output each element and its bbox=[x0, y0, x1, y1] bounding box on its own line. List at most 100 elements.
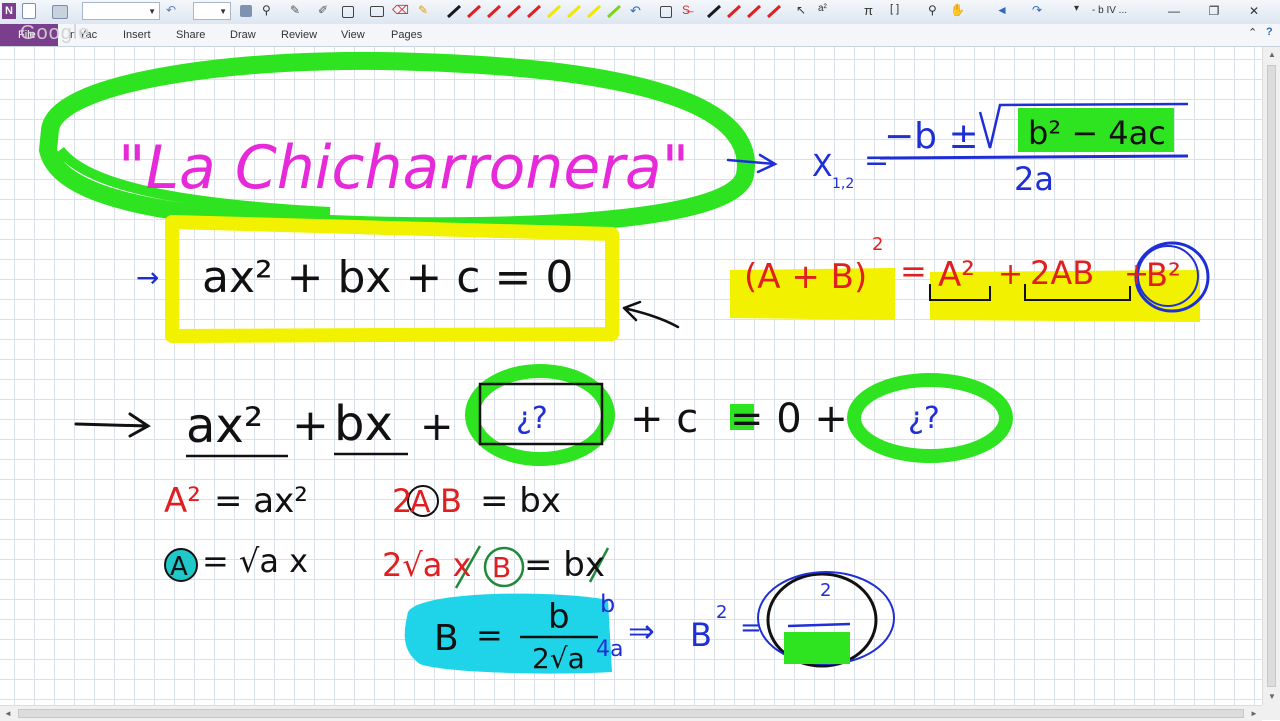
help-icon-2[interactable]: ? bbox=[1266, 26, 1273, 38]
scroll-down-icon[interactable]: ▼ bbox=[1263, 689, 1280, 705]
pen-swatch-icon[interactable] bbox=[726, 4, 742, 19]
restore-icon[interactable]: ❐ bbox=[1204, 4, 1224, 18]
der-b-sq-eq: = bbox=[740, 613, 762, 643]
der-eq-ax2: = ax² bbox=[214, 481, 308, 521]
google-watermark: Google bbox=[20, 22, 91, 44]
window-title: - b IV ... bbox=[1092, 5, 1128, 16]
identity-equals: = bbox=[900, 252, 927, 290]
cursor-icon[interactable]: ↖ bbox=[796, 3, 812, 19]
pen-swatch-icon[interactable] bbox=[486, 4, 502, 19]
redo-icon[interactable]: ↷ bbox=[1032, 3, 1048, 19]
table-icon[interactable] bbox=[660, 6, 672, 18]
hand-icon[interactable]: ✋ bbox=[950, 3, 966, 19]
note-page-canvas[interactable]: "La Chicharronera" X 1,2 = −b ± b² − 4ac… bbox=[0, 47, 1262, 705]
der-b-circled: B bbox=[492, 551, 511, 584]
formula-radicand: b² − 4ac bbox=[1028, 114, 1166, 152]
equation-icon[interactable]: a² bbox=[818, 3, 834, 19]
rectangle-icon[interactable] bbox=[370, 6, 384, 17]
shape-icon[interactable] bbox=[342, 6, 354, 18]
minimize-icon[interactable]: — bbox=[1164, 4, 1184, 18]
bsq-green-fill bbox=[784, 632, 850, 664]
tab-view[interactable]: View bbox=[341, 29, 365, 41]
der-frac-num: b bbox=[548, 597, 570, 637]
note-icon[interactable] bbox=[22, 3, 36, 19]
font-size-select[interactable]: ▼ bbox=[193, 2, 231, 20]
pi-icon[interactable]: π bbox=[864, 3, 880, 19]
tab-draw[interactable]: Draw bbox=[230, 29, 256, 41]
pen-swatch-icon[interactable] bbox=[766, 4, 782, 19]
formula-x-subscript: 1,2 bbox=[832, 176, 854, 192]
der-boxed-exp: 2 bbox=[820, 580, 831, 601]
identity-term2: 2AB bbox=[1030, 254, 1094, 292]
lasso-icon[interactable]: ✎ bbox=[290, 3, 306, 19]
title-text: "La Chicharronera" bbox=[118, 133, 689, 203]
cs-plus-bx: + bbox=[292, 400, 329, 451]
eraser-icon[interactable]: ⌫ bbox=[392, 3, 409, 19]
strikethrough-icon[interactable]: S̶ bbox=[682, 3, 698, 19]
help-icon[interactable]: ⌃ bbox=[1248, 26, 1257, 39]
more-icon[interactable]: ▾ bbox=[1074, 3, 1090, 19]
onenote-icon[interactable]: N bbox=[2, 3, 16, 19]
pen-swatch-icon[interactable] bbox=[506, 4, 522, 19]
pointer-arrow bbox=[622, 300, 680, 329]
scrollbar-corner bbox=[1262, 705, 1280, 720]
formula-numerator: −b ± bbox=[884, 116, 979, 157]
pen-swatch-icon[interactable] bbox=[606, 4, 622, 19]
format-icon[interactable] bbox=[240, 5, 252, 17]
der-b-sq: B bbox=[690, 616, 712, 654]
pen-palette[interactable] bbox=[444, 2, 624, 22]
der-two-sqrt-ax: 2√a x bbox=[382, 546, 471, 584]
pen-icon[interactable]: ✐ bbox=[318, 3, 334, 19]
formula-x-label: X bbox=[812, 149, 833, 184]
scroll-right-icon[interactable]: ► bbox=[1246, 706, 1262, 721]
zoom-icon[interactable]: ⚲ bbox=[928, 3, 944, 19]
tab-share[interactable]: Share bbox=[176, 29, 205, 41]
pen-swatch-icon[interactable] bbox=[466, 4, 482, 19]
close-icon[interactable]: ✕ bbox=[1244, 4, 1264, 18]
der-a-circled: A bbox=[410, 485, 431, 520]
vertical-scroll-thumb[interactable] bbox=[1267, 65, 1276, 687]
dock-icon[interactable] bbox=[52, 5, 68, 19]
vertical-scrollbar[interactable]: ▲ ▼ bbox=[1262, 47, 1280, 705]
pen-swatch-icon[interactable] bbox=[446, 4, 462, 19]
cs-plus-c: + c bbox=[630, 396, 698, 442]
horizontal-scroll-thumb[interactable] bbox=[18, 709, 1244, 718]
general-equation-arrow: → bbox=[136, 261, 159, 294]
pen-swatch-icon[interactable] bbox=[566, 4, 582, 19]
pen-swatch-icon[interactable] bbox=[746, 4, 762, 19]
undo-icon[interactable]: ↶ bbox=[630, 3, 646, 19]
identity-left-exp: 2 bbox=[872, 234, 883, 255]
font-name-select[interactable]: ▼ bbox=[82, 2, 160, 20]
pen-swatch-icon[interactable] bbox=[546, 4, 562, 19]
cs-bx: bx bbox=[334, 396, 393, 452]
der-a-circled-2: A bbox=[170, 552, 188, 582]
cs-plus-q: + bbox=[420, 404, 454, 450]
tab-insert[interactable]: Insert bbox=[123, 29, 151, 41]
highlighter-icon[interactable]: ✎ bbox=[418, 3, 434, 19]
pen-swatch-icon[interactable] bbox=[526, 4, 542, 19]
pen-swatch-icon[interactable] bbox=[706, 4, 722, 19]
der-eq: = bbox=[476, 616, 503, 654]
der-eq-bx: = bx bbox=[480, 481, 561, 521]
der-extra-4a: 4a bbox=[596, 637, 623, 662]
horizontal-scrollbar[interactable]: ◄ ► bbox=[0, 705, 1262, 721]
bracket-icon[interactable]: [ ] bbox=[890, 3, 906, 19]
general-equation-text: ax² + bx + c = 0 bbox=[202, 252, 573, 303]
der-extra-b: b bbox=[600, 590, 615, 618]
tab-review[interactable]: Review bbox=[281, 29, 317, 41]
der-b-result: B bbox=[434, 618, 459, 659]
identity-left: (A + B) bbox=[744, 257, 867, 297]
tab-pages[interactable]: Pages bbox=[391, 29, 422, 41]
quick-access-toolbar: N ▼ ↶ ▼ ⚲ ✎ ✐ ⌫ ✎ ↶ S̶ ↖ a² π [ ] ⚲ ✋ ◄ … bbox=[0, 0, 1280, 25]
der-b-sq-exp: 2 bbox=[716, 602, 727, 623]
cs-ax2: ax² bbox=[186, 398, 263, 454]
back-icon[interactable]: ◄ bbox=[996, 3, 1012, 19]
pen-swatch-icon[interactable] bbox=[586, 4, 602, 19]
scroll-left-icon[interactable]: ◄ bbox=[0, 706, 16, 721]
cs-question-2: ¿? bbox=[908, 401, 940, 436]
undo-icon[interactable]: ↶ bbox=[166, 3, 182, 19]
search-icon[interactable]: ⚲ bbox=[262, 3, 278, 19]
scroll-up-icon[interactable]: ▲ bbox=[1263, 47, 1280, 63]
ribbon-tabs: File n Yac Insert Share Draw Review View… bbox=[0, 24, 1280, 47]
pen-palette-2[interactable] bbox=[704, 2, 784, 22]
